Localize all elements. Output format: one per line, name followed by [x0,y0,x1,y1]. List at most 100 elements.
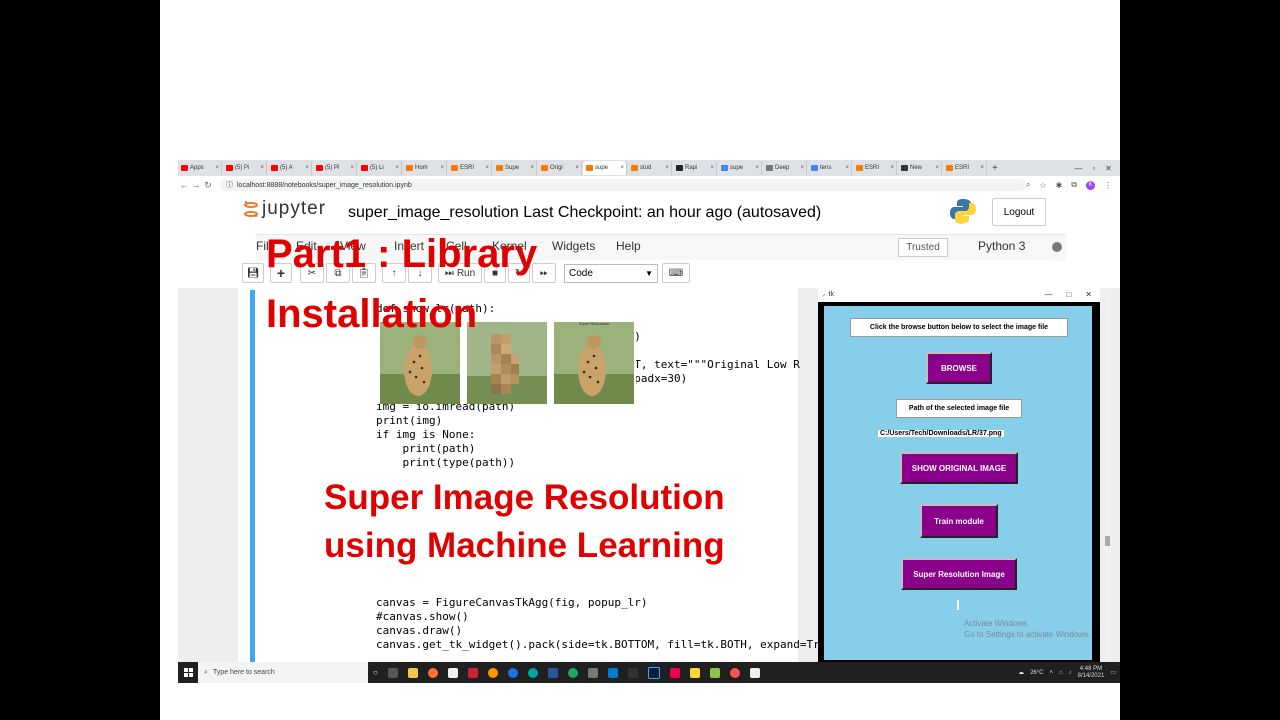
browser-tab[interactable]: (5) Pi × [313,161,357,175]
firefox-icon[interactable] [427,667,438,678]
logout-button[interactable]: Logout [992,198,1046,226]
network-icon[interactable]: ⌂ [1059,670,1063,676]
app4-icon[interactable] [709,667,720,678]
browser-tab[interactable]: New × [898,161,942,175]
keyboard-icon[interactable]: ⌨ [662,263,690,283]
browser-tab[interactable]: ESRI × [943,161,987,175]
app-icon[interactable] [467,667,478,678]
tab-close-icon[interactable]: × [305,165,309,171]
jupyter-logo[interactable]: jupyter [244,198,326,220]
browser-tab[interactable]: Apps × [178,161,222,175]
arduino-icon[interactable] [527,667,538,678]
tab-close-icon[interactable]: × [800,165,804,171]
scrollbar[interactable] [1104,290,1111,662]
back-icon[interactable]: ← [178,180,190,190]
tab-close-icon[interactable]: × [395,165,399,171]
jupyter-app-icon[interactable] [487,667,498,678]
super-resolution-button[interactable]: Super Resolution Image [901,558,1017,590]
puzzle-icon[interactable]: ⧉ [1071,180,1077,190]
sticky-notes-icon[interactable] [689,667,700,678]
windows-start-icon[interactable] [178,668,198,677]
browser-tab[interactable]: ESRI × [448,161,492,175]
weather-icon[interactable]: ☁ [1018,669,1024,676]
maximize-button[interactable]: ▫ [1092,164,1095,173]
browser-tab[interactable]: Rapi × [673,161,717,175]
profile-avatar[interactable]: K [1086,180,1096,190]
browser-tab[interactable]: (5) Li × [358,161,402,175]
reload-icon[interactable]: ↻ [202,180,214,191]
temperature[interactable]: 26°C [1030,670,1043,676]
close-button[interactable]: ✕ [1105,164,1112,173]
app3-icon[interactable] [669,667,680,678]
vlc-icon[interactable] [547,667,558,678]
tk-maximize-button[interactable]: □ [1066,290,1071,299]
browser-tab[interactable]: (5) A × [268,161,312,175]
zoom-icon[interactable]: ⌕ [1026,180,1030,190]
trusted-indicator[interactable]: Trusted [898,238,948,257]
notepad-icon[interactable] [447,667,458,678]
tab-close-icon[interactable]: × [710,165,714,171]
cell-type-select[interactable]: Code ▼ [564,264,658,283]
browser-tab[interactable]: Hom × [403,161,447,175]
cortana-icon[interactable]: ○ [373,668,378,678]
tk-minimize-button[interactable]: — [1044,290,1052,299]
clock[interactable]: 4:48 PM 8/14/2021 [1078,666,1105,680]
file-explorer-icon[interactable] [407,667,418,678]
browser-tab[interactable]: Origi × [538,161,582,175]
minimize-button[interactable]: — [1074,164,1082,173]
menu-icon[interactable]: ⋮ [1104,181,1112,190]
kernel-name[interactable]: Python 3 [978,239,1025,253]
train-module-button[interactable]: Train module [920,504,998,538]
tab-close-icon[interactable]: × [935,165,939,171]
app2-icon[interactable] [587,667,598,678]
volume-icon[interactable]: ♪ [1069,670,1072,676]
browser-tab[interactable]: (5) Pi × [223,161,267,175]
browser-actions: ⌕ ☆ ✱ ⧉ K ⋮ [1026,180,1120,190]
menu-help[interactable]: Help [616,239,641,253]
notebook-title[interactable]: super_image_resolution Last Checkpoint: … [348,204,821,222]
tk-task-icon[interactable] [749,667,760,678]
browser-tab[interactable]: supe × [718,161,762,175]
browser-tab[interactable]: Deep × [763,161,807,175]
url-input[interactable]: ⓘ localhost:8888/notebooks/super_image_r… [220,179,1026,191]
edge-icon[interactable] [567,667,578,678]
tab-close-icon[interactable]: × [440,165,444,171]
tray-arrow-icon[interactable]: ˄ [1049,670,1053,676]
chrome-icon[interactable] [507,667,518,678]
star-icon[interactable]: ☆ [1039,181,1046,190]
forward-icon[interactable]: → [190,180,202,190]
browser-tab[interactable]: stud × [628,161,672,175]
tab-close-icon[interactable]: × [755,165,759,171]
browser-tab[interactable]: ESRI × [853,161,897,175]
tab-close-icon[interactable]: × [485,165,489,171]
tab-close-icon[interactable]: × [620,165,624,171]
tk-close-button[interactable]: ✕ [1085,290,1092,299]
tab-close-icon[interactable]: × [575,165,579,171]
tab-close-icon[interactable]: × [260,165,264,171]
tab-close-icon[interactable]: × [215,165,219,171]
menu-widgets[interactable]: Widgets [552,239,595,253]
tab-close-icon[interactable]: × [890,165,894,171]
vscode-icon[interactable] [607,667,618,678]
tab-close-icon[interactable]: × [845,165,849,171]
browse-button[interactable]: BROWSE [926,352,992,384]
task-view-icon[interactable] [387,667,398,678]
python-logo-icon [950,199,976,224]
terminal-icon[interactable] [627,667,638,678]
tab-close-icon[interactable]: × [980,165,984,171]
photoshop-icon[interactable] [647,666,660,679]
extension-icon[interactable]: ✱ [1056,181,1063,190]
browser-tab[interactable]: Supe × [493,161,537,175]
app5-icon[interactable] [729,667,740,678]
browser-tab[interactable]: tens × [808,161,852,175]
scrollbar-thumb[interactable] [1105,536,1110,546]
show-original-button[interactable]: SHOW ORIGINAL IMAGE [900,452,1018,484]
taskbar-search-input[interactable]: ⌕ Type here to search [198,662,368,683]
browser-tab[interactable]: supe × [583,161,627,175]
save-icon[interactable]: 💾︎ [242,263,264,283]
notification-icon[interactable]: ▭ [1110,669,1116,676]
new-tab-button[interactable]: + [992,163,998,174]
tab-close-icon[interactable]: × [665,165,669,171]
tab-close-icon[interactable]: × [350,165,354,171]
tab-close-icon[interactable]: × [530,165,534,171]
